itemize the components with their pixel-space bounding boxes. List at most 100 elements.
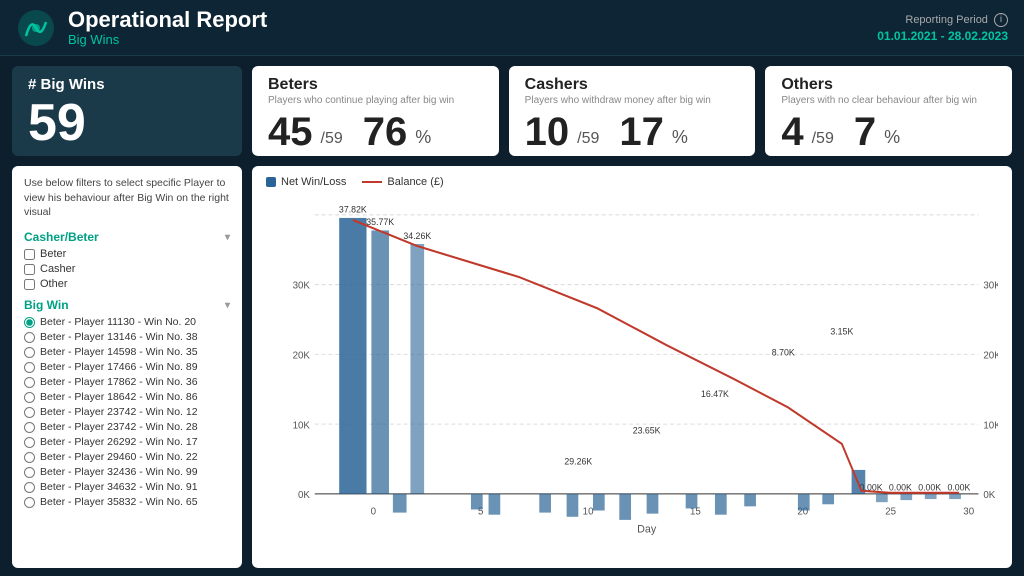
- svg-text:0.00K: 0.00K: [947, 482, 970, 492]
- svg-text:Day: Day: [637, 523, 657, 535]
- radio-big-win-11[interactable]: Beter - Player 34632 - Win No. 91: [24, 481, 230, 493]
- reporting-period-value: 01.01.2021 - 28.02.2023: [877, 29, 1008, 43]
- beters-numbers: 45 /59 76 %: [268, 112, 483, 152]
- big-wins-label: # Big Wins: [28, 76, 226, 93]
- big-wins-value: 59: [28, 93, 226, 149]
- others-pct: 7: [854, 112, 876, 152]
- radio-input-9[interactable]: [24, 452, 35, 463]
- radio-input-1[interactable]: [24, 332, 35, 343]
- radio-big-win-9[interactable]: Beter - Player 29460 - Win No. 22: [24, 451, 230, 463]
- radio-label-11: Beter - Player 34632 - Win No. 91: [40, 481, 198, 493]
- big-win-label[interactable]: Big Win ▾: [24, 298, 230, 312]
- others-total: /59: [812, 130, 834, 148]
- radio-label-3: Beter - Player 17466 - Win No. 89: [40, 361, 198, 373]
- radio-big-win-8[interactable]: Beter - Player 26292 - Win No. 17: [24, 436, 230, 448]
- radio-big-win-2[interactable]: Beter - Player 14598 - Win No. 35: [24, 346, 230, 358]
- radio-input-0[interactable]: [24, 317, 35, 328]
- big-win-list: Beter - Player 11130 - Win No. 20 Beter -…: [24, 316, 230, 508]
- svg-text:0: 0: [371, 506, 377, 517]
- header: Operational Report Big Wins Reporting Pe…: [0, 0, 1024, 56]
- checkbox-other[interactable]: Other: [24, 278, 230, 290]
- checkbox-beter-label: Beter: [40, 248, 66, 260]
- radio-big-win-1[interactable]: Beter - Player 13146 - Win No. 38: [24, 331, 230, 343]
- svg-text:8.70K: 8.70K: [772, 347, 795, 357]
- svg-text:20K: 20K: [293, 350, 311, 361]
- radio-big-win-7[interactable]: Beter - Player 23742 - Win No. 28: [24, 421, 230, 433]
- svg-text:30K: 30K: [293, 280, 311, 291]
- radio-input-2[interactable]: [24, 347, 35, 358]
- radio-label-5: Beter - Player 18642 - Win No. 86: [40, 391, 198, 403]
- svg-text:16.47K: 16.47K: [701, 389, 729, 399]
- radio-label-6: Beter - Player 23742 - Win No. 12: [40, 406, 198, 418]
- cashers-subtitle: Players who withdraw money after big win: [525, 95, 740, 106]
- svg-text:0.00K: 0.00K: [918, 482, 941, 492]
- cashers-numbers: 10 /59 17 %: [525, 112, 740, 152]
- cashers-count: 10: [525, 112, 570, 152]
- casher-beter-label[interactable]: Casher/Beter ▾: [24, 230, 230, 244]
- radio-label-0: Beter - Player 11130 - Win No. 20: [40, 316, 196, 328]
- radio-input-8[interactable]: [24, 437, 35, 448]
- svg-text:34.26K: 34.26K: [403, 231, 431, 241]
- main-content: Use below filters to select specific Pla…: [0, 166, 1024, 576]
- svg-text:30K: 30K: [983, 280, 998, 291]
- radio-big-win-3[interactable]: Beter - Player 17466 - Win No. 89: [24, 361, 230, 373]
- radio-label-8: Beter - Player 26292 - Win No. 17: [40, 436, 198, 448]
- radio-big-win-10[interactable]: Beter - Player 32436 - Win No. 99: [24, 466, 230, 478]
- radio-big-win-6[interactable]: Beter - Player 23742 - Win No. 12: [24, 406, 230, 418]
- radio-input-3[interactable]: [24, 362, 35, 373]
- chevron-down-icon: ▾: [225, 232, 230, 243]
- svg-text:35.77K: 35.77K: [366, 217, 394, 227]
- radio-label-7: Beter - Player 23742 - Win No. 28: [40, 421, 198, 433]
- radio-input-4[interactable]: [24, 377, 35, 388]
- beters-pct-sym: %: [415, 127, 431, 148]
- others-count: 4: [781, 112, 803, 152]
- checkbox-beter[interactable]: Beter: [24, 248, 230, 260]
- cashers-pct: 17: [619, 112, 664, 152]
- svg-text:20K: 20K: [983, 350, 998, 361]
- legend-bar-icon: [266, 177, 276, 187]
- beters-subtitle: Players who continue playing after big w…: [268, 95, 483, 106]
- chevron-down-icon-2: ▾: [225, 300, 230, 311]
- kpi-big-wins: # Big Wins 59: [12, 66, 242, 156]
- radio-big-win-12[interactable]: Beter - Player 35832 - Win No. 65: [24, 496, 230, 508]
- radio-label-9: Beter - Player 29460 - Win No. 22: [40, 451, 198, 463]
- legend-bar-label: Net Win/Loss: [281, 176, 346, 188]
- legend-bar: Net Win/Loss: [266, 176, 346, 188]
- radio-label-10: Beter - Player 32436 - Win No. 99: [40, 466, 198, 478]
- radio-input-5[interactable]: [24, 392, 35, 403]
- radio-input-6[interactable]: [24, 407, 35, 418]
- page-subtitle: Big Wins: [68, 32, 267, 47]
- chart-svg: 0K 10K 20K 30K 0K 10K 20K 30K 0 5 10 15 …: [266, 194, 998, 548]
- radio-input-12[interactable]: [24, 497, 35, 508]
- kpi-others: Others Players with no clear behaviour a…: [765, 66, 1012, 156]
- svg-text:3.15K: 3.15K: [830, 326, 853, 336]
- svg-text:37.82K: 37.82K: [339, 204, 367, 214]
- kpi-row: # Big Wins 59 Beters Players who continu…: [0, 56, 1024, 166]
- info-icon[interactable]: i: [994, 13, 1008, 27]
- svg-text:23.65K: 23.65K: [633, 425, 661, 435]
- checkbox-other-input[interactable]: [24, 279, 35, 290]
- svg-text:30: 30: [963, 506, 974, 517]
- logo-icon: [16, 8, 56, 48]
- radio-big-win-5[interactable]: Beter - Player 18642 - Win No. 86: [24, 391, 230, 403]
- beters-title: Beters: [268, 76, 483, 94]
- radio-label-2: Beter - Player 14598 - Win No. 35: [40, 346, 198, 358]
- radio-input-11[interactable]: [24, 482, 35, 493]
- radio-input-10[interactable]: [24, 467, 35, 478]
- others-numbers: 4 /59 7 %: [781, 112, 996, 152]
- radio-big-win-0[interactable]: Beter - Player 11130 - Win No. 20: [24, 316, 230, 328]
- chart-panel: Net Win/Loss Balance (£) 0K 10K 20K 30K: [252, 166, 1012, 568]
- others-pct-sym: %: [884, 127, 900, 148]
- header-titles: Operational Report Big Wins: [68, 8, 267, 47]
- checkbox-casher[interactable]: Casher: [24, 263, 230, 275]
- checkbox-beter-input[interactable]: [24, 249, 35, 260]
- filter-description: Use below filters to select specific Pla…: [24, 176, 230, 220]
- chart-area: 0K 10K 20K 30K 0K 10K 20K 30K 0 5 10 15 …: [266, 194, 998, 548]
- kpi-cashers: Cashers Players who withdraw money after…: [509, 66, 756, 156]
- radio-input-7[interactable]: [24, 422, 35, 433]
- radio-big-win-4[interactable]: Beter - Player 17862 - Win No. 36: [24, 376, 230, 388]
- checkbox-casher-input[interactable]: [24, 264, 35, 275]
- beters-pct: 76: [363, 112, 408, 152]
- radio-label-1: Beter - Player 13146 - Win No. 38: [40, 331, 198, 343]
- cashers-pct-sym: %: [672, 127, 688, 148]
